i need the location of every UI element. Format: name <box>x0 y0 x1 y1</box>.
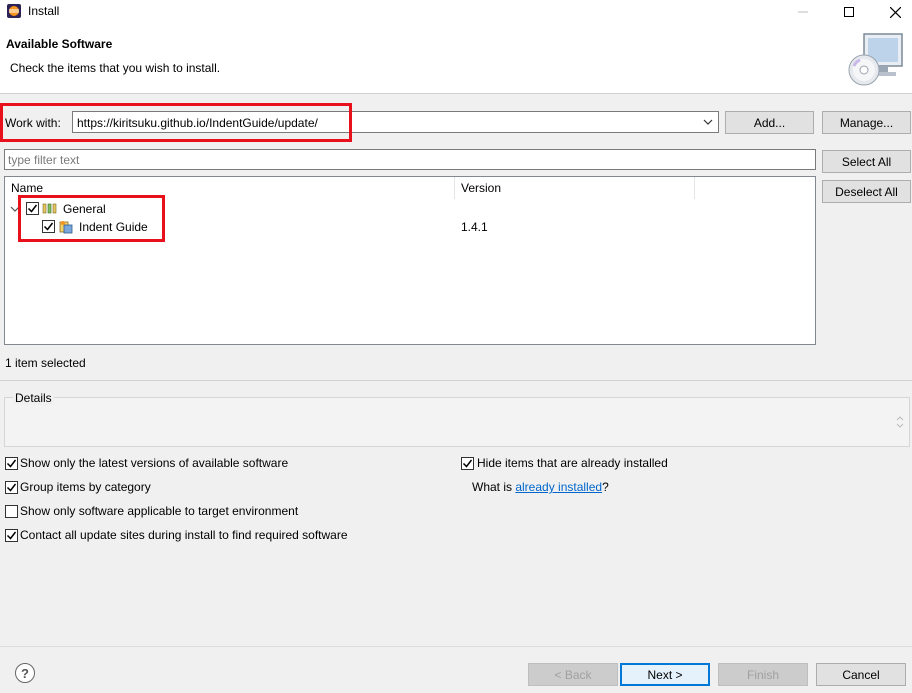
divider <box>0 380 912 381</box>
filter-input[interactable] <box>5 150 815 169</box>
latest-versions-checkbox[interactable] <box>5 457 18 470</box>
what-is-prefix: What is <box>472 480 516 494</box>
column-header-name[interactable]: Name <box>11 181 43 195</box>
selection-status: 1 item selected <box>5 356 86 370</box>
latest-versions-label[interactable]: Show only the latest versions of availab… <box>20 456 288 470</box>
column-divider <box>694 177 695 199</box>
checkmark-icon <box>6 483 17 492</box>
highlight-box <box>18 195 165 242</box>
eclipse-icon <box>6 3 22 19</box>
help-icon[interactable]: ? <box>15 663 35 683</box>
target-env-checkbox[interactable] <box>5 505 18 518</box>
already-installed-link[interactable]: already installed <box>515 480 602 494</box>
chevron-down-icon <box>703 119 713 125</box>
select-all-button[interactable]: Select All <box>822 150 911 173</box>
title-bar <box>0 0 912 24</box>
hide-installed-checkbox[interactable] <box>461 457 474 470</box>
column-divider <box>454 177 455 199</box>
dialog-header <box>0 24 912 94</box>
maximize-icon <box>844 7 854 17</box>
finish-button[interactable]: Finish <box>718 663 808 686</box>
add-site-button[interactable]: Add... <box>725 111 814 134</box>
maximize-button[interactable] <box>826 0 872 24</box>
install-banner-icon <box>844 30 906 90</box>
details-pane <box>4 397 910 447</box>
deselect-all-button[interactable]: Deselect All <box>822 180 911 203</box>
window-title: Install <box>28 4 60 18</box>
manage-sites-button[interactable]: Manage... <box>822 111 911 134</box>
highlight-box <box>0 103 352 142</box>
target-env-label[interactable]: Show only software applicable to target … <box>20 504 298 518</box>
details-label: Details <box>13 391 54 405</box>
scroll-arrows-icon[interactable] <box>895 414 905 430</box>
tree-item-version: 1.4.1 <box>461 220 488 234</box>
divider <box>0 646 912 647</box>
checkmark-icon <box>462 459 473 468</box>
group-by-category-checkbox[interactable] <box>5 481 18 494</box>
contact-sites-checkbox[interactable] <box>5 529 18 542</box>
next-button[interactable]: Next > <box>620 663 710 686</box>
page-title: Available Software <box>6 37 113 51</box>
contact-sites-label[interactable]: Contact all update sites during install … <box>20 528 348 542</box>
column-header-version[interactable]: Version <box>461 181 501 195</box>
filter-field[interactable] <box>4 149 816 170</box>
minimize-button[interactable] <box>780 0 826 24</box>
what-is-suffix: ? <box>602 480 609 494</box>
close-icon <box>889 6 901 18</box>
what-is-installed-text: What is already installed? <box>472 480 609 494</box>
minimize-icon <box>798 11 808 13</box>
checkmark-icon <box>6 459 17 468</box>
close-button[interactable] <box>872 0 912 24</box>
back-button[interactable]: < Back <box>528 663 618 686</box>
checkmark-icon <box>6 531 17 540</box>
hide-installed-label[interactable]: Hide items that are already installed <box>477 456 668 470</box>
group-by-category-label[interactable]: Group items by category <box>20 480 151 494</box>
page-subtitle: Check the items that you wish to install… <box>10 61 221 75</box>
cancel-button[interactable]: Cancel <box>816 663 906 686</box>
